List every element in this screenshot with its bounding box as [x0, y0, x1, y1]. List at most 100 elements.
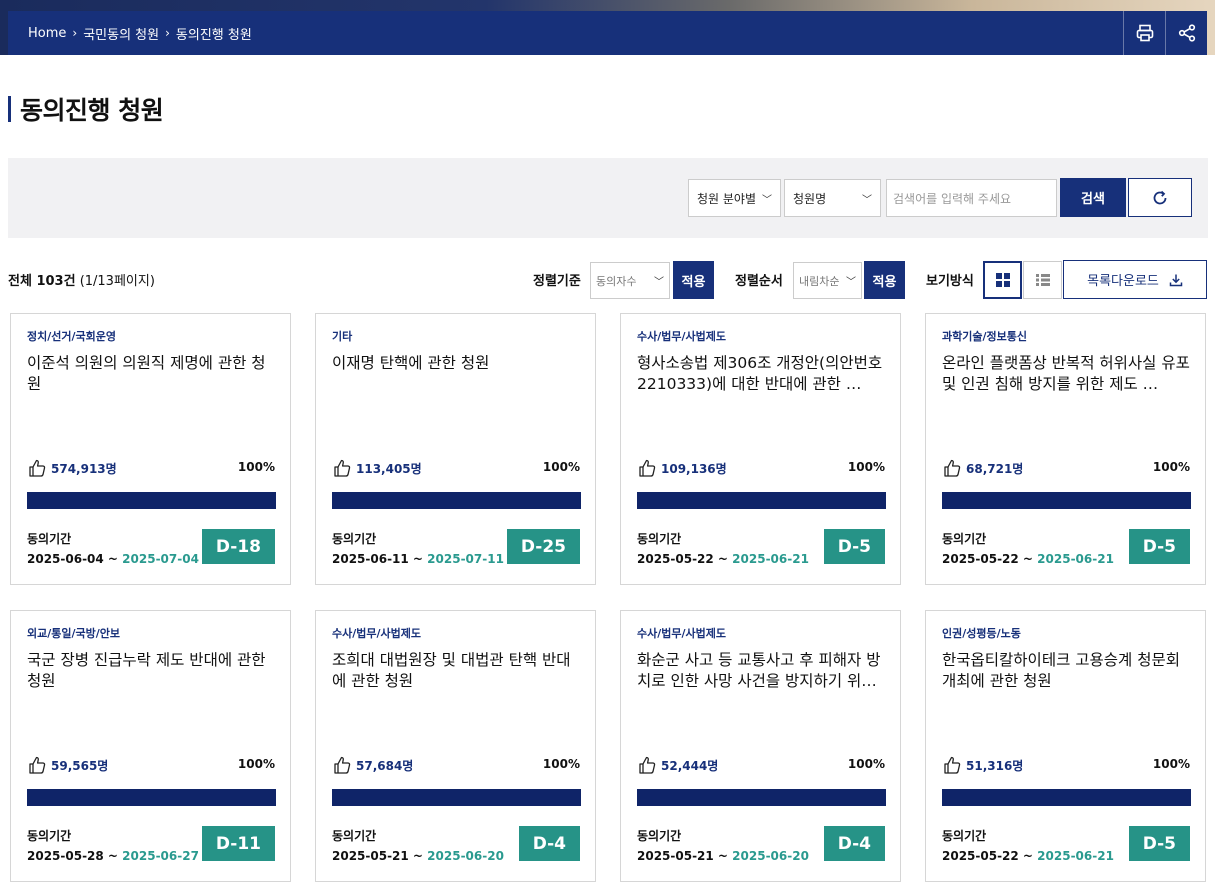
- download-icon: [1169, 274, 1183, 286]
- petition-card[interactable]: 인권/성평등/노동 한국옵티칼하이테크 고용승계 청문회 개최에 관한 청원 51,…: [925, 610, 1206, 882]
- petition-category: 외교/통일/국방/안보: [27, 627, 121, 640]
- agree-percent: 100%: [1152, 757, 1190, 771]
- petition-title[interactable]: 온라인 플랫폼상 반복적 허위사실 유포 및 인권 침해 방지를 위한 제도 …: [942, 353, 1194, 395]
- petition-category: 수사/법무/사법제도: [332, 627, 421, 640]
- petition-category: 수사/법무/사법제도: [637, 330, 726, 343]
- sort-order-apply-button[interactable]: 적용: [864, 261, 905, 299]
- petition-category: 수사/법무/사법제도: [637, 627, 726, 640]
- petition-title[interactable]: 이준석 의원의 의원직 제명에 관한 청원: [27, 353, 279, 395]
- agree-count: 574,913명: [27, 458, 117, 478]
- agree-progress-fill: [637, 789, 886, 806]
- period-start: 2025-05-22 ~: [942, 552, 1038, 566]
- agree-period: 2025-05-21 ~ 2025-06-20: [332, 849, 504, 863]
- agree-progress-fill: [332, 789, 581, 806]
- grid-icon: [995, 273, 1010, 287]
- petition-category: 정치/선거/국회운영: [27, 330, 116, 343]
- page-title: 동의진행 청원: [8, 92, 164, 126]
- breadcrumb-current[interactable]: 동의진행 청원: [176, 24, 252, 43]
- grid-view-button[interactable]: [983, 261, 1022, 299]
- period-end: 2025-06-21: [1037, 552, 1114, 566]
- period-label: 동의기간: [637, 829, 682, 843]
- petition-card[interactable]: 외교/통일/국방/안보국군 장병 진급누락 제도 반대에 관한 청원 59,565…: [10, 610, 291, 882]
- share-button[interactable]: [1165, 11, 1207, 55]
- list-view-button[interactable]: [1023, 261, 1062, 299]
- period-end: 2025-06-20: [732, 849, 809, 863]
- breadcrumb-petition[interactable]: 국민동의 청원: [83, 24, 159, 43]
- agree-count: 52,444명: [637, 755, 718, 775]
- dday-badge: D-4: [823, 826, 885, 861]
- total-count: 전체 103건 (1/13페이지): [8, 270, 155, 289]
- refresh-icon: [1153, 190, 1167, 204]
- search-panel: 청원 분야별 ﹀ 청원명 ﹀ 검색어를 입력해 주세요 검색: [8, 158, 1208, 238]
- field-select[interactable]: 청원명 ﹀: [784, 179, 881, 217]
- chevron-down-icon: ﹀: [762, 194, 772, 206]
- agree-count-value: 109,136명: [661, 461, 727, 476]
- dday-badge: D-5: [823, 529, 885, 564]
- agree-progress-bar: [942, 492, 1191, 509]
- agree-percent: 100%: [542, 757, 580, 771]
- petition-card[interactable]: 수사/법무/사법제도화순군 사고 등 교통사고 후 피해자 방치로 인한 사망 …: [620, 610, 901, 882]
- petition-title[interactable]: 이재명 탄핵에 관한 청원: [332, 353, 584, 374]
- agree-period: 2025-06-04 ~ 2025-07-04: [27, 552, 199, 566]
- agree-period: 2025-05-22 ~ 2025-06-21: [942, 552, 1114, 566]
- total-label: 전체 103건: [8, 274, 76, 289]
- period-label: 동의기간: [637, 532, 682, 546]
- dday-badge: D-18: [201, 529, 275, 564]
- sort-order-label: 정렬순서: [735, 274, 783, 289]
- agree-period: 2025-05-28 ~ 2025-06-27: [27, 849, 199, 863]
- petition-title[interactable]: 화순군 사고 등 교통사고 후 피해자 방치로 인한 사망 사건을 방지하기 위…: [637, 650, 889, 692]
- sort-key-select[interactable]: 동의자수 ﹀: [590, 262, 670, 299]
- agree-progress-bar: [942, 789, 1191, 806]
- agree-percent: 100%: [847, 757, 885, 771]
- agree-progress-fill: [27, 492, 276, 509]
- period-label: 동의기간: [27, 532, 72, 546]
- agree-progress-fill: [637, 492, 886, 509]
- sort-key-label: 정렬기준: [533, 274, 581, 289]
- dday-badge: D-25: [506, 529, 580, 564]
- agree-period: 2025-05-22 ~ 2025-06-21: [942, 849, 1114, 863]
- petition-title[interactable]: 한국옵티칼하이테크 고용승계 청문회 개최에 관한 청원: [942, 650, 1194, 692]
- agree-progress-fill: [27, 789, 276, 806]
- period-start: 2025-05-22 ~: [942, 849, 1038, 863]
- petition-card[interactable]: 기타 이재명 탄핵에 관한 청원 113,405명 100% 동의기간 2025-06-1…: [315, 313, 596, 585]
- chevron-down-icon: ﹀: [846, 277, 856, 288]
- page-info: (1/13페이지): [79, 274, 155, 289]
- agree-count-value: 59,565명: [51, 758, 109, 773]
- period-end: 2025-07-11: [427, 552, 504, 566]
- petition-title[interactable]: 형사소송법 제306조 개정안(의안번호 2210333)에 대한 반대에 관한…: [637, 353, 889, 395]
- petition-card[interactable]: 수사/법무/사법제도 조희대 대법원장 및 대법관 탄핵 반대에 관한 청원 57,…: [315, 610, 596, 882]
- petition-title[interactable]: 국군 장병 진급누락 제도 반대에 관한 청원: [27, 650, 279, 692]
- agree-progress-fill: [332, 492, 581, 509]
- period-end: 2025-06-21: [1037, 849, 1114, 863]
- agree-count-value: 574,913명: [51, 461, 117, 476]
- agree-count-value: 113,405명: [356, 461, 422, 476]
- thumbs-up-icon: [29, 459, 46, 477]
- period-end: 2025-06-20: [427, 849, 504, 863]
- agree-percent: 100%: [542, 460, 580, 474]
- petition-title[interactable]: 조희대 대법원장 및 대법관 탄핵 반대에 관한 청원: [332, 650, 584, 692]
- thumbs-up-icon: [334, 756, 351, 774]
- reset-button[interactable]: [1128, 178, 1192, 217]
- agree-period: 2025-05-22 ~ 2025-06-21: [637, 552, 809, 566]
- petition-card[interactable]: 과학기술/정보통신 온라인 플랫폼상 반복적 허위사실 유포 및 인권 침해 방지…: [925, 313, 1206, 585]
- print-button[interactable]: [1123, 11, 1165, 55]
- petition-card[interactable]: 정치/선거/국회운영 이준석 의원의 의원직 제명에 관한 청원 574,913명 1…: [10, 313, 291, 585]
- dday-badge: D-11: [201, 826, 275, 861]
- thumbs-up-icon: [639, 459, 656, 477]
- agree-percent: 100%: [237, 757, 275, 771]
- category-select[interactable]: 청원 분야별 ﹀: [688, 179, 781, 217]
- search-button[interactable]: 검색: [1060, 178, 1126, 217]
- sort-key-apply-button[interactable]: 적용: [673, 261, 714, 299]
- search-input[interactable]: 검색어를 입력해 주세요: [886, 179, 1057, 217]
- dday-badge: D-5: [1128, 529, 1190, 564]
- breadcrumb-home[interactable]: Home: [28, 26, 66, 41]
- agree-count: 59,565명: [27, 755, 108, 775]
- breadcrumb-separator-icon: ›: [72, 26, 78, 40]
- period-label: 동의기간: [27, 829, 72, 843]
- petition-card[interactable]: 수사/법무/사법제도형사소송법 제306조 개정안(의안번호 2210333)에…: [620, 313, 901, 585]
- period-end: 2025-06-21: [732, 552, 809, 566]
- chevron-down-icon: ﹀: [654, 277, 664, 288]
- download-list-button[interactable]: 목록다운로드: [1063, 260, 1207, 299]
- sort-order-select[interactable]: 내림차순 ﹀: [793, 262, 862, 299]
- agree-count-value: 51,316명: [966, 758, 1024, 773]
